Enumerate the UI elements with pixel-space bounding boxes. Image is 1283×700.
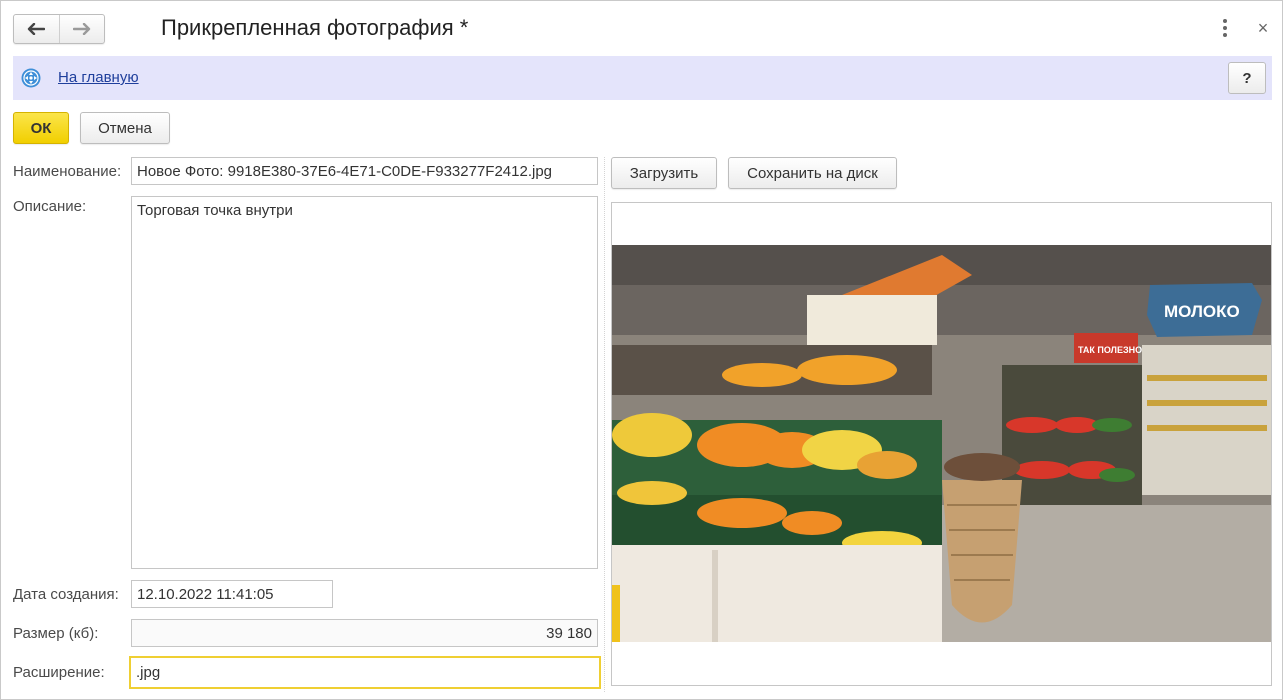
column-divider bbox=[604, 157, 605, 692]
extension-label: Расширение: bbox=[13, 664, 105, 681]
forward-button[interactable] bbox=[58, 15, 105, 43]
name-field[interactable]: Новое Фото: 9918E380-37E6-4E71-C0DE-F933… bbox=[131, 157, 598, 185]
home-link[interactable]: На главную bbox=[58, 69, 139, 86]
picture-frame: МОЛОКО ТАК ПОЛЕЗНО bbox=[611, 202, 1272, 686]
help-button[interactable]: ? bbox=[1228, 62, 1266, 94]
info-bar: На главную ? bbox=[13, 56, 1272, 100]
home-navigation-icon[interactable] bbox=[21, 68, 41, 88]
description-field[interactable]: Торговая точка внутри bbox=[131, 196, 598, 569]
arrow-right-icon bbox=[72, 23, 90, 35]
size-label: Размер (кб): bbox=[13, 625, 99, 642]
dialog-window: Прикрепленная фотография * × На главную … bbox=[0, 0, 1283, 700]
ok-button[interactable]: ОК bbox=[13, 112, 69, 144]
back-button[interactable] bbox=[14, 15, 59, 43]
store-photo-image: МОЛОКО ТАК ПОЛЕЗНО bbox=[612, 245, 1271, 642]
save-to-disk-button[interactable]: Сохранить на диск bbox=[728, 157, 897, 189]
navigation-buttons bbox=[13, 14, 105, 44]
extension-field[interactable]: .jpg bbox=[129, 656, 601, 689]
store-photo: МОЛОКО ТАК ПОЛЕЗНО bbox=[612, 245, 1271, 642]
created-date-label: Дата создания: bbox=[13, 586, 119, 603]
more-vertical-icon[interactable] bbox=[1217, 18, 1233, 38]
created-date-field[interactable]: 12.10.2022 11:41:05 bbox=[131, 580, 333, 608]
name-label: Наименование: bbox=[13, 163, 122, 180]
description-label: Описание: bbox=[13, 198, 87, 215]
window-title: Прикрепленная фотография * bbox=[161, 15, 469, 40]
sign-large-text: МОЛОКО bbox=[1164, 302, 1240, 321]
close-icon[interactable]: × bbox=[1253, 17, 1273, 39]
size-field: 39 180 bbox=[131, 619, 598, 647]
upload-button[interactable]: Загрузить bbox=[611, 157, 717, 189]
arrow-left-icon bbox=[28, 23, 46, 35]
sign-promo-text: ТАК ПОЛЕЗНО bbox=[1078, 345, 1142, 355]
cancel-button[interactable]: Отмена bbox=[80, 112, 170, 144]
